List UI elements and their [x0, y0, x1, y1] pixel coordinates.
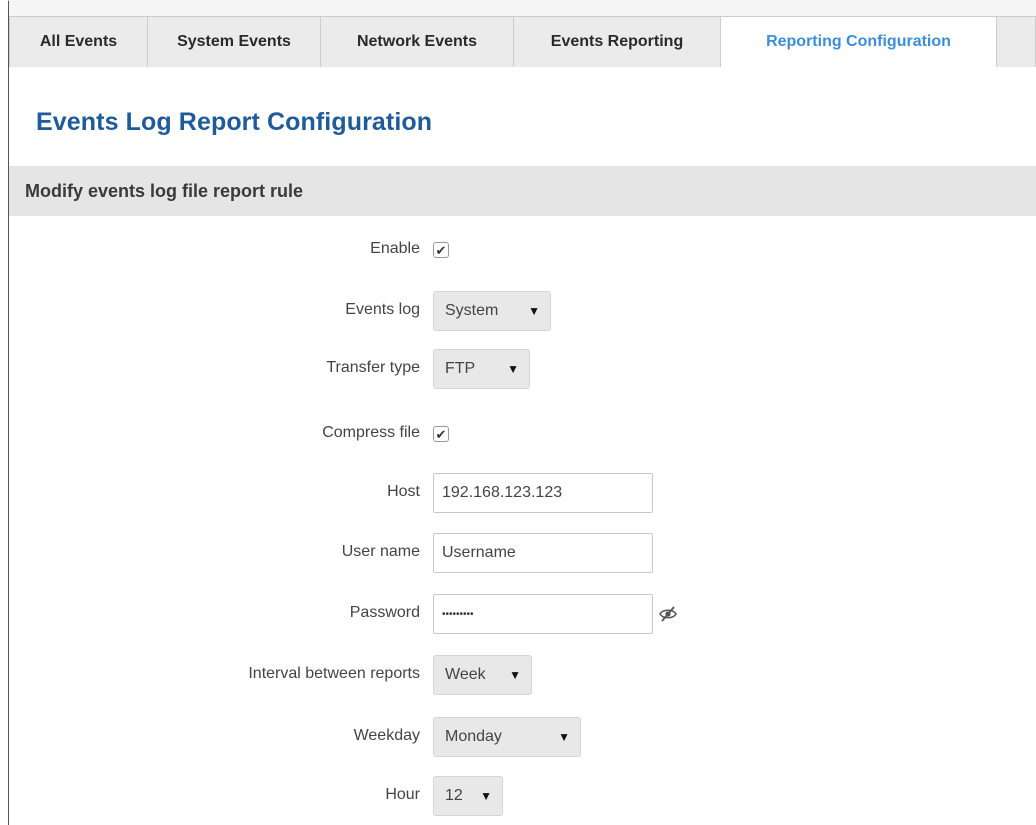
chevron-down-icon: ▼ [507, 362, 519, 376]
host-input[interactable]: 192.168.123.123 [433, 473, 653, 513]
row-transfer-type: Transfer type FTP ▼ [0, 349, 1036, 389]
tab-network-events[interactable]: Network Events [320, 16, 514, 67]
transfer-type-value: FTP [445, 360, 476, 377]
user-name-input[interactable]: Username [433, 533, 653, 573]
host-value: 192.168.123.123 [442, 484, 563, 501]
password-label: Password [349, 604, 420, 621]
tab-reporting-configuration[interactable]: Reporting Configuration [720, 16, 997, 67]
row-host: Host 192.168.123.123 [0, 473, 1036, 513]
eye-slash-icon[interactable] [658, 605, 678, 623]
check-icon: ✔ [435, 426, 447, 442]
events-log-select[interactable]: System ▼ [433, 291, 551, 331]
tab-bar: All Events System Events Network Events … [9, 0, 1036, 67]
host-label: Host [387, 483, 420, 500]
compress-file-checkbox[interactable]: ✔ [433, 426, 449, 442]
check-icon: ✔ [435, 242, 447, 258]
section-title: Modify events log file report rule [25, 181, 304, 201]
hour-select[interactable]: 12 ▼ [433, 776, 503, 816]
row-hour: Hour 12 ▼ [0, 776, 1036, 816]
row-enable: Enable ✔ [0, 230, 1036, 270]
weekday-value: Monday [445, 728, 502, 745]
weekday-label: Weekday [353, 727, 420, 744]
events-log-label: Events log [345, 301, 420, 318]
tab-system-events[interactable]: System Events [147, 16, 321, 67]
chevron-down-icon: ▼ [480, 789, 492, 803]
enable-label: Enable [370, 240, 420, 257]
password-value: ••••••••• [442, 608, 474, 620]
content-frame-border [8, 0, 9, 825]
row-password: Password ••••••••• [0, 594, 1036, 634]
row-user-name: User name Username [0, 533, 1036, 573]
tab-all-events[interactable]: All Events [9, 16, 148, 67]
chevron-down-icon: ▼ [509, 668, 521, 682]
interval-value: Week [445, 666, 486, 683]
compress-file-label: Compress file [322, 424, 420, 441]
user-name-label: User name [341, 543, 420, 560]
hour-value: 12 [445, 787, 463, 804]
row-interval: Interval between reports Week ▼ [0, 655, 1036, 695]
weekday-select[interactable]: Monday ▼ [433, 717, 581, 757]
events-log-value: System [445, 302, 499, 319]
row-weekday: Weekday Monday ▼ [0, 717, 1036, 757]
password-input[interactable]: ••••••••• [433, 594, 653, 634]
tab-overflow [996, 16, 1036, 67]
interval-label: Interval between reports [248, 665, 420, 682]
chevron-down-icon: ▼ [528, 304, 540, 318]
page-title: Events Log Report Configuration [36, 108, 433, 136]
transfer-type-select[interactable]: FTP ▼ [433, 349, 530, 389]
enable-checkbox[interactable]: ✔ [433, 242, 449, 258]
transfer-type-label: Transfer type [326, 359, 420, 376]
row-compress-file: Compress file ✔ [0, 414, 1036, 454]
section-header: Modify events log file report rule [9, 166, 1036, 216]
interval-select[interactable]: Week ▼ [433, 655, 532, 695]
chevron-down-icon: ▼ [558, 730, 570, 744]
hour-label: Hour [385, 786, 420, 803]
user-name-value: Username [442, 544, 516, 561]
tab-events-reporting[interactable]: Events Reporting [513, 16, 721, 67]
row-events-log: Events log System ▼ [0, 291, 1036, 331]
